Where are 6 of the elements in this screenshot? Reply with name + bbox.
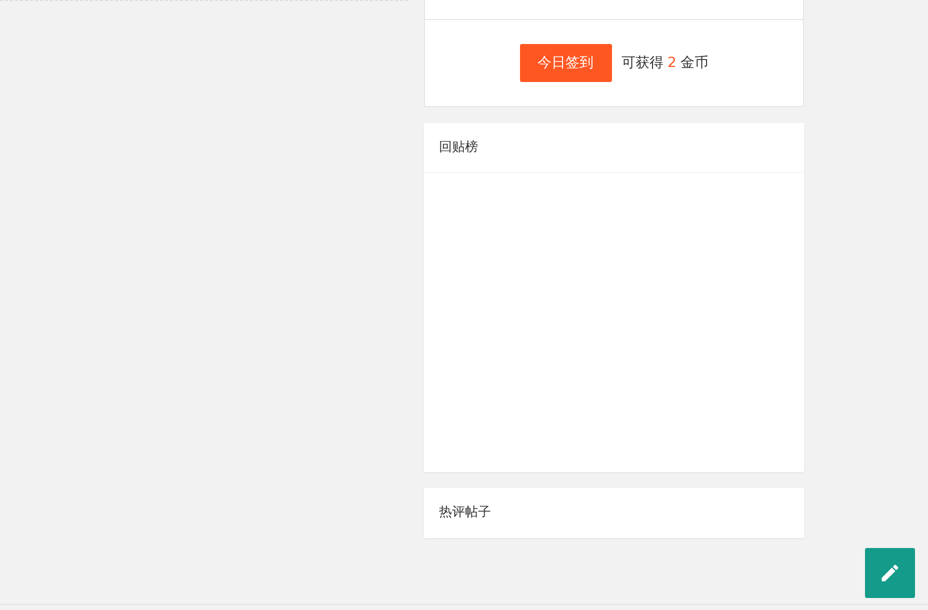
- panel-title: 回贴榜: [439, 138, 478, 157]
- pencil-icon: [879, 562, 901, 584]
- checkin-button[interactable]: 今日签到: [520, 44, 612, 82]
- panel-title: 热评帖子: [439, 504, 491, 522]
- reward-text: 可获得 2 金币: [622, 54, 708, 72]
- compose-button[interactable]: [865, 548, 915, 598]
